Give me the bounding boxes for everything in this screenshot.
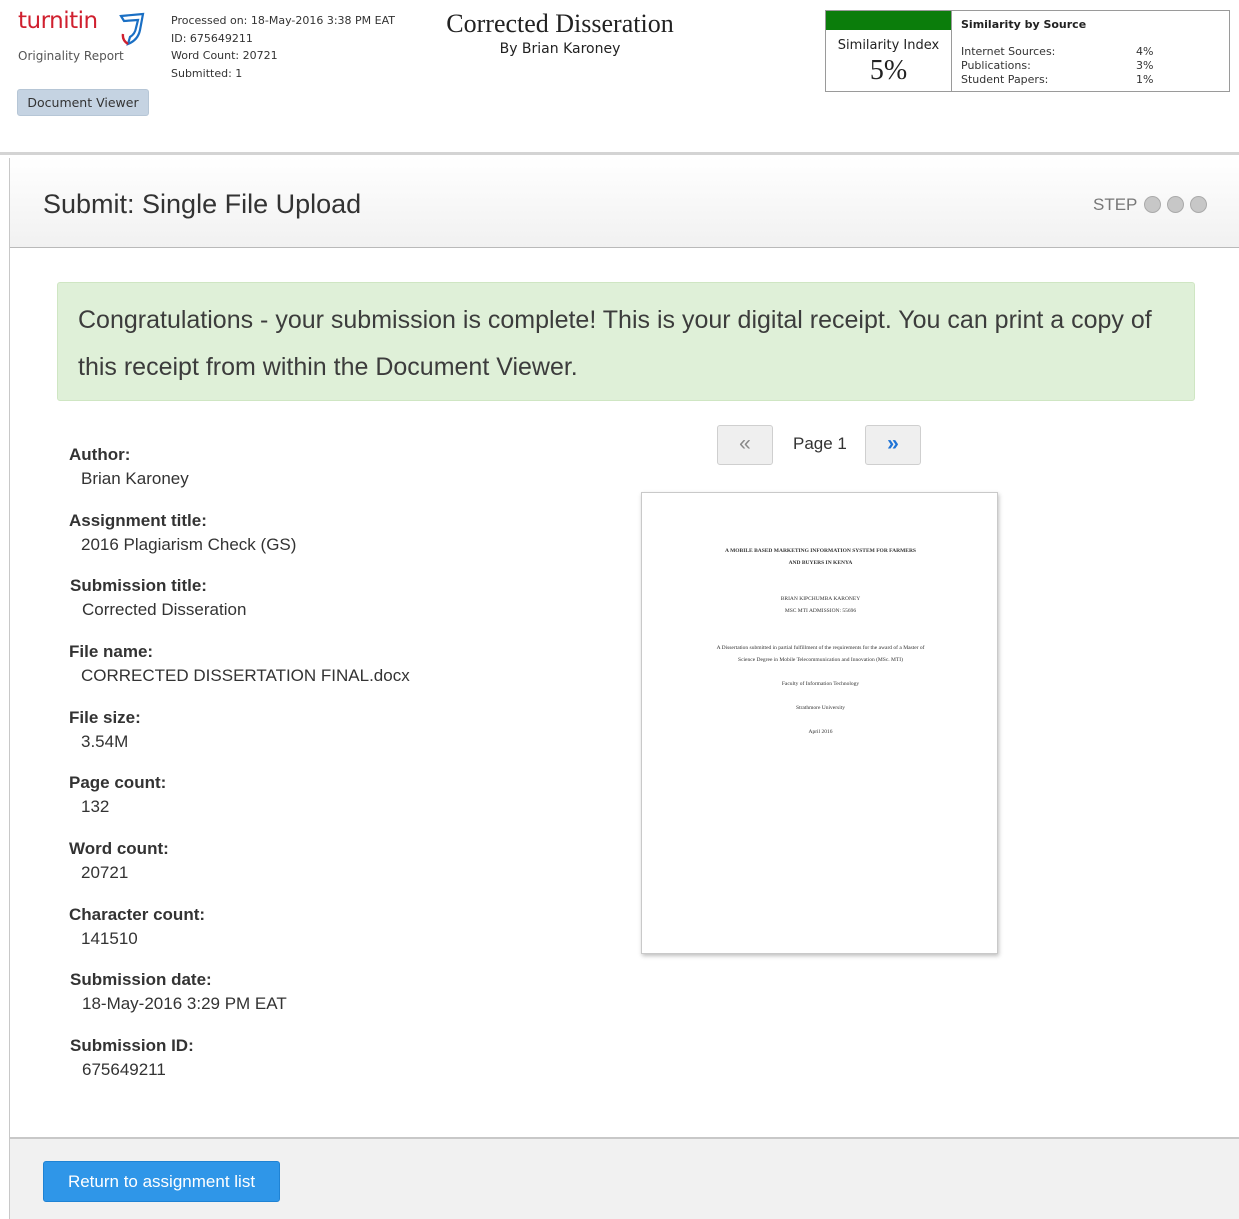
similarity-index-value: 5%: [869, 55, 908, 86]
previous-page-button[interactable]: «: [717, 425, 773, 465]
preview-description-line: Science Degree in Mobile Telecommunicati…: [738, 657, 903, 663]
source-label: Internet Sources:: [961, 45, 1056, 58]
return-to-assignment-list-button[interactable]: Return to assignment list: [43, 1161, 280, 1202]
field-label: Character count:: [69, 905, 206, 924]
field-label: File name:: [69, 642, 154, 661]
source-row: Student Papers: 1%: [961, 73, 1226, 87]
similarity-index-label: Similarity Index: [837, 38, 940, 53]
preview-faculty-line: Faculty of Information Technology: [781, 681, 860, 687]
source-label: Publications:: [961, 59, 1031, 72]
success-message: Congratulations - your submission is com…: [57, 282, 1195, 401]
preview-university-line: Strathmore University: [795, 705, 846, 711]
field-submission-date: Submission date: 18-May-2016 3:29 PM EAT: [70, 970, 287, 1014]
processed-on: Processed on: 18-May-2016 3:38 PM EAT: [171, 14, 396, 27]
field-label: Submission title:: [70, 576, 207, 595]
field-submission-title: Submission title: Corrected Disseration: [70, 576, 246, 620]
field-value: 675649211: [82, 1060, 166, 1079]
originality-report-header: turnitin Originality Report Processed on…: [0, 0, 1239, 152]
panel-header: Submit: Single File Upload STEP: [10, 158, 1239, 248]
field-value: 141510: [81, 929, 138, 948]
field-label: Word count:: [69, 839, 169, 858]
field-label: Submission date:: [70, 970, 212, 989]
preview-description-line: A Dissertation submitted in partial fulf…: [716, 645, 925, 651]
turnitin-logo-icon: [119, 12, 145, 46]
preview-date-line: April 2016: [808, 729, 833, 735]
field-label: Author:: [69, 445, 131, 464]
preview-title-line: AND BUYERS IN KENYA: [788, 560, 853, 566]
page-label: Page 1: [793, 434, 847, 453]
field-value: 18-May-2016 3:29 PM EAT: [82, 994, 287, 1013]
field-value: 20721: [81, 863, 129, 882]
field-label: Submission ID:: [70, 1036, 194, 1055]
report-submitted: Submitted: 1: [171, 66, 243, 80]
document-author: By Brian Karoney: [499, 41, 621, 57]
preview-title-line: A MOBILE BASED MARKETING INFORMATION SYS…: [725, 548, 916, 554]
preview-author-line: BRIAN KIPCHUMBA KARONEY: [780, 596, 861, 602]
source-row: Publications: 3%: [961, 59, 1226, 73]
double-chevron-left-icon: «: [739, 432, 751, 455]
document-title-block: Corrected Disseration By Brian Karoney: [400, 9, 720, 58]
field-value: Brian Karoney: [81, 469, 189, 488]
field-label: Page count:: [69, 773, 167, 792]
similarity-by-source-title: Similarity by Source: [961, 18, 1087, 31]
field-label: File size:: [69, 708, 141, 727]
next-page-button[interactable]: »: [865, 425, 921, 465]
report-subtitle: Originality Report: [18, 49, 124, 63]
field-label: Assignment title:: [69, 511, 207, 530]
field-author: Author: Brian Karoney: [69, 445, 189, 489]
field-value: 2016 Plagiarism Check (GS): [81, 535, 297, 554]
field-value: 3.54M: [81, 732, 129, 751]
source-value: 1%: [1136, 73, 1154, 86]
source-value: 4%: [1136, 45, 1154, 58]
field-word-count: Word count: 20721: [69, 839, 169, 883]
document-title: Corrected Disseration: [446, 9, 674, 38]
field-page-count: Page count: 132: [69, 773, 166, 817]
step-label: STEP: [1093, 195, 1138, 214]
similarity-by-source: Similarity by Source Internet Sources: 4…: [961, 18, 1226, 87]
panel-title: Submit: Single File Upload: [43, 189, 362, 219]
similarity-index: Similarity Index 5%: [826, 11, 952, 91]
report-id: ID: 675649211: [171, 31, 253, 45]
step-1-indicator: [1144, 196, 1161, 213]
source-value: 3%: [1136, 59, 1154, 72]
field-file-size: File size: 3.54M: [69, 708, 141, 752]
step-3-indicator: [1190, 196, 1207, 213]
turnitin-logo: turnitin: [18, 8, 145, 46]
report-meta: Processed on: 18-May-2016 3:38 PM EAT ID…: [171, 12, 395, 82]
submission-panel: Submit: Single File Upload STEP Congratu…: [9, 158, 1239, 1219]
similarity-box: Similarity Index 5% Similarity by Source…: [825, 10, 1230, 92]
field-assignment-title: Assignment title: 2016 Plagiarism Check …: [69, 511, 296, 555]
source-row: Internet Sources: 4%: [961, 45, 1226, 59]
report-word-count: Word Count: 20721: [171, 49, 278, 62]
field-value: 132: [81, 797, 110, 816]
field-character-count: Character count: 141510: [69, 905, 205, 949]
document-viewer-button[interactable]: Document Viewer: [17, 89, 149, 116]
similarity-color-bar: [826, 11, 951, 30]
field-file-name: File name: CORRECTED DISSERTATION FINAL.…: [69, 642, 410, 686]
preview-admission-line: MSC MTI ADMISSION: 55696: [784, 608, 857, 614]
field-value: Corrected Disseration: [82, 600, 247, 619]
field-value: CORRECTED DISSERTATION FINAL.docx: [81, 666, 410, 685]
document-preview-thumbnail[interactable]: A MOBILE BASED MARKETING INFORMATION SYS…: [641, 492, 998, 954]
field-submission-id: Submission ID: 675649211: [70, 1036, 194, 1080]
panel-footer: Return to assignment list: [10, 1137, 1239, 1219]
header-divider: [0, 152, 1239, 155]
step-2-indicator: [1167, 196, 1184, 213]
source-label: Student Papers:: [961, 73, 1049, 86]
logo-text: turnitin: [18, 8, 98, 34]
double-chevron-right-icon: »: [887, 432, 899, 455]
